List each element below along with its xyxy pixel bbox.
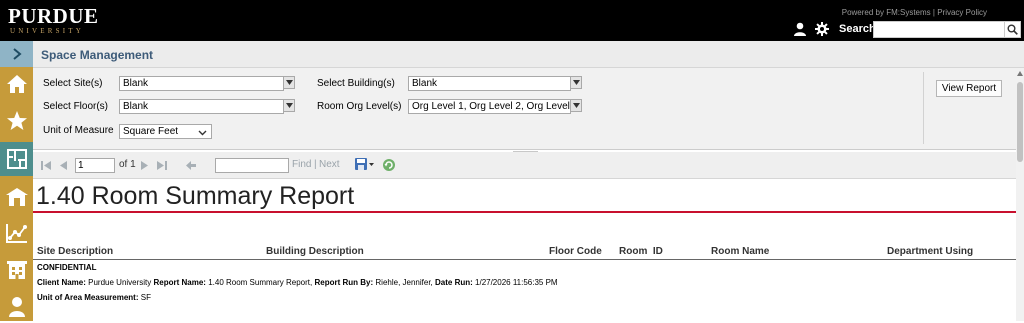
chevron-down-icon [285, 103, 293, 108]
vertical-scrollbar[interactable] [1016, 68, 1024, 321]
previous-page-icon[interactable] [60, 161, 67, 170]
report-run-by-label: Report Run By: [314, 278, 374, 287]
uom-label: Unit of Area Measurement: [37, 293, 139, 302]
module-header: Space Management [33, 41, 1024, 68]
top-links: Powered by FM:Systems | Privacy Policy [842, 8, 987, 17]
unit-select-value: Square Feet [123, 126, 179, 137]
export-save-icon[interactable] [355, 158, 375, 171]
top-links-separator: | [932, 8, 935, 17]
site-dropdown-button[interactable] [283, 76, 295, 89]
logo-subtitle: UNIVERSITY [10, 27, 84, 35]
person-icon [8, 297, 25, 317]
user-icon[interactable] [793, 22, 807, 36]
top-bar: PURDUE UNIVERSITY Powered by FM:Systems … [0, 0, 1024, 41]
powered-by-link[interactable]: Powered by FM:Systems [842, 8, 931, 17]
logo-wordmark: PURDUE [8, 4, 99, 28]
sidebar-expand-button[interactable] [0, 41, 33, 67]
nav-analytics[interactable] [0, 216, 33, 250]
unit-label: Unit of Measure [43, 125, 114, 136]
floorplan-icon [6, 149, 27, 169]
floor-label: Select Floor(s) [43, 101, 109, 112]
find-separator: | [314, 159, 317, 170]
floor-dropdown-button[interactable] [283, 99, 295, 112]
expand-icon [12, 48, 22, 60]
params-divider [923, 72, 924, 144]
report-parameters-panel: Select Site(s) Blank Select Building(s) … [33, 68, 1016, 154]
scrollbar-thumb[interactable] [1017, 82, 1023, 162]
first-page-icon[interactable] [41, 161, 51, 170]
client-name-value: Purdue University [88, 278, 152, 287]
column-header-department: Department Using [887, 246, 974, 257]
column-header-room-id: Room ID [619, 246, 663, 257]
nav-space-management[interactable] [0, 142, 33, 176]
uom-line: Unit of Area Measurement: SF [37, 293, 151, 302]
confidential-label: CONFIDENTIAL [37, 263, 97, 272]
refresh-icon[interactable] [382, 158, 396, 172]
find-link[interactable]: Find [292, 159, 311, 170]
search-input[interactable] [873, 21, 1005, 38]
site-label: Select Site(s) [43, 78, 103, 89]
building-select[interactable]: Blank [408, 76, 571, 91]
next-page-icon[interactable] [141, 161, 148, 170]
report-run-by-value: Riehle, Jennifer, [375, 278, 433, 287]
column-header-room-name: Room Name [711, 246, 770, 257]
nav-people[interactable] [0, 289, 33, 323]
building-icon [5, 188, 28, 206]
page-title: Space Management [41, 48, 154, 62]
nav-campus[interactable] [0, 253, 33, 287]
search-label: Search [839, 23, 876, 35]
chevron-down-icon [572, 80, 580, 85]
view-report-button[interactable]: View Report [936, 80, 1002, 97]
report-title: 1.40 Room Summary Report [36, 182, 355, 210]
back-to-parent-icon[interactable] [186, 161, 196, 170]
home-icon [6, 75, 27, 93]
page-count: of 1 [119, 159, 136, 170]
building-dropdown-button[interactable] [570, 76, 582, 89]
column-header-building: Building Description [266, 246, 364, 257]
chevron-down-icon [572, 103, 580, 108]
report-title-rule [33, 211, 1016, 213]
star-icon [6, 111, 27, 130]
building-label: Select Building(s) [317, 78, 395, 89]
search-icon [1007, 24, 1018, 35]
column-header-floor-code: Floor Code [549, 246, 602, 257]
column-header-rule [33, 259, 1016, 260]
purdue-logo[interactable]: PURDUE UNIVERSITY [8, 4, 99, 36]
column-header-site: Site Description [37, 246, 114, 257]
date-run-label: Date Run: [435, 278, 473, 287]
uom-value: SF [140, 293, 151, 302]
page-number-input[interactable] [75, 158, 115, 173]
org-level-select[interactable]: Org Level 1, Org Level 2, Org Level 3 [408, 99, 571, 114]
unit-select[interactable]: Square Feet [119, 124, 212, 139]
gear-icon[interactable] [815, 22, 829, 36]
campus-icon [6, 261, 27, 279]
privacy-policy-link[interactable]: Privacy Policy [937, 8, 987, 17]
last-page-icon[interactable] [157, 161, 167, 170]
report-toolbar: of 1 Find | Next [33, 152, 1016, 179]
report-info-line: Client Name: Purdue University Report Na… [37, 278, 558, 287]
org-level-dropdown-button[interactable] [570, 99, 582, 112]
chevron-down-icon [198, 130, 207, 136]
report-name-label: Report Name: [153, 278, 206, 287]
org-level-label: Room Org Level(s) [317, 101, 402, 112]
find-next-link[interactable]: Next [319, 159, 340, 170]
nav-favorites[interactable] [0, 104, 33, 138]
site-select[interactable]: Blank [119, 76, 284, 91]
date-run-value: 1/27/2026 11:56:35 PM [475, 278, 558, 287]
nav-home[interactable] [0, 67, 33, 101]
search-button[interactable] [1004, 21, 1021, 38]
floor-select[interactable]: Blank [119, 99, 284, 114]
scroll-up-icon[interactable] [1017, 71, 1023, 76]
nav-buildings[interactable] [0, 180, 33, 214]
find-text-input[interactable] [215, 158, 289, 173]
report-name-value: 1.40 Room Summary Report, [208, 278, 313, 287]
chart-icon [5, 224, 27, 243]
client-name-label: Client Name: [37, 278, 86, 287]
chevron-down-icon [285, 80, 293, 85]
